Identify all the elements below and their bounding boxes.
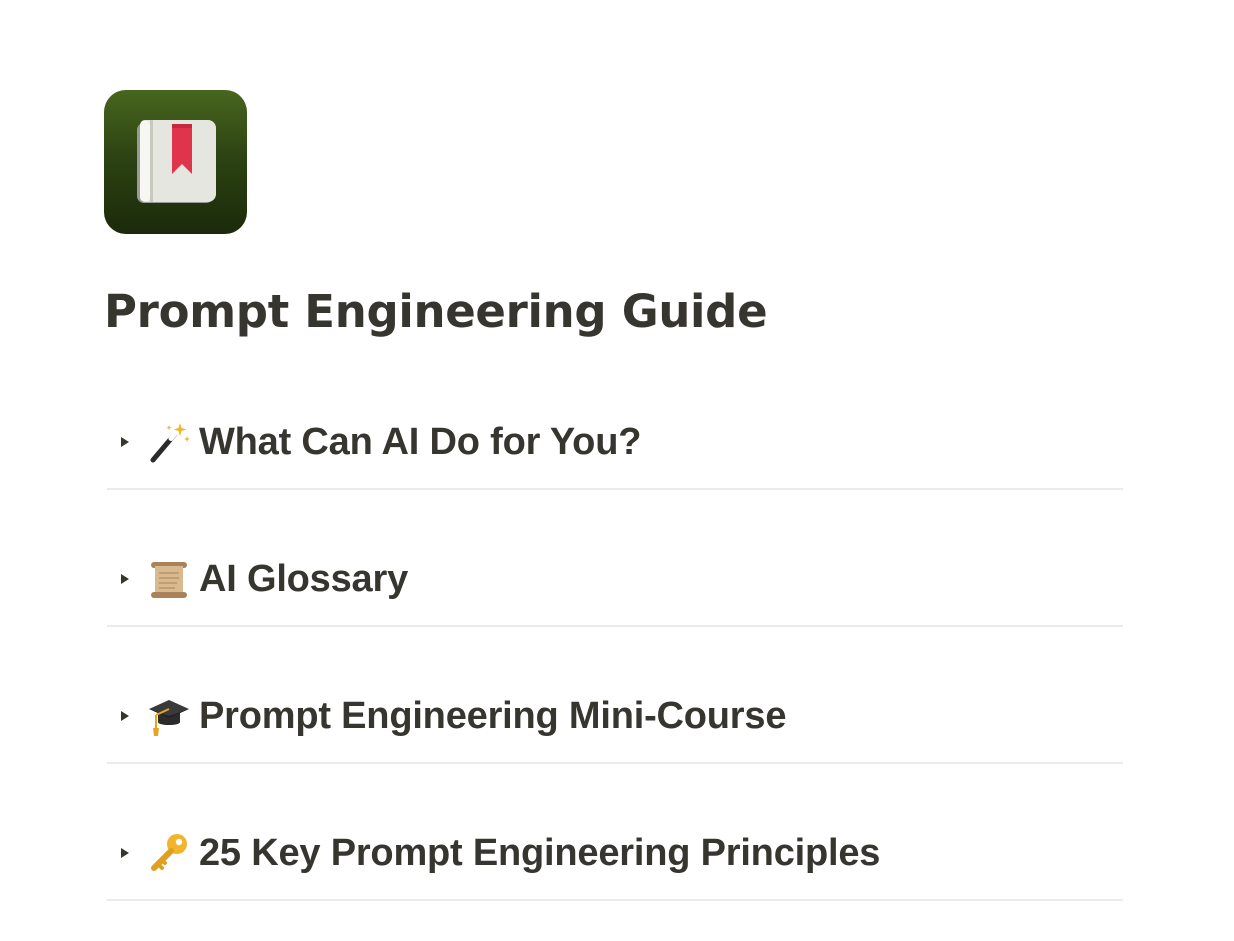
graduation-cap-icon [147,694,191,738]
toggle-arrow-icon[interactable] [107,710,143,722]
toggle-header[interactable]: AI Glossary [107,551,408,607]
key-icon [147,831,191,875]
toggle-block: Prompt Engineering Mini-Course [107,668,1123,805]
toggle-header[interactable]: Prompt Engineering Mini-Course [107,688,786,744]
divider [107,762,1123,764]
toggle-block: What Can AI Do for You? [107,394,1123,531]
toggle-block: AI Glossary [107,531,1123,668]
scroll-icon [147,557,191,601]
toggle-label: AI Glossary [199,557,409,600]
toggle-arrow-icon[interactable] [107,573,143,585]
toggle-list: What Can AI Do for You? AI Glossary Prom… [107,394,1123,941]
magic-wand-icon [147,420,191,464]
divider [107,899,1123,901]
divider [107,488,1123,490]
divider [107,625,1123,627]
toggle-block: 25 Key Prompt Engineering Principles [107,805,1123,941]
toggle-label: What Can AI Do for You? [199,420,642,463]
toggle-label: 25 Key Prompt Engineering Principles [199,831,881,874]
toggle-arrow-icon[interactable] [107,847,143,859]
toggle-header[interactable]: 25 Key Prompt Engineering Principles [107,825,880,881]
toggle-arrow-icon[interactable] [107,436,143,448]
page-title: Prompt Engineering Guide [104,285,768,338]
toggle-label: Prompt Engineering Mini-Course [199,694,787,737]
book-bookmark-icon[interactable] [104,90,247,234]
toggle-header[interactable]: What Can AI Do for You? [107,414,641,470]
